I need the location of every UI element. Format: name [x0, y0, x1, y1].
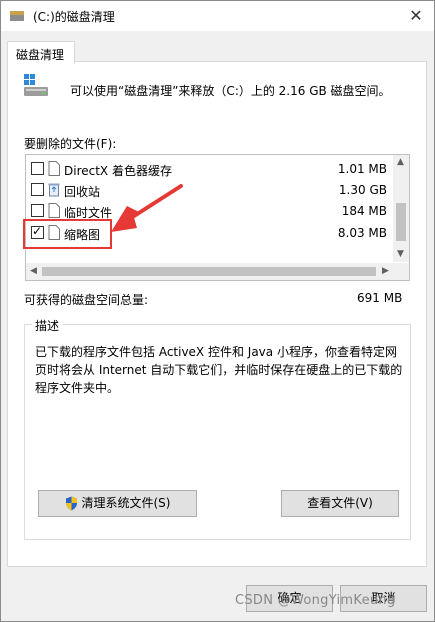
checkbox[interactable]: [31, 183, 44, 196]
vertical-scroll-thumb[interactable]: [396, 203, 406, 241]
file-size: 8.03 MB: [337, 226, 387, 240]
files-to-delete-label: 要删除的文件(F):: [24, 137, 117, 151]
disk-cleanup-app-icon: [10, 11, 24, 21]
title-bar: (C:)的磁盘清理 ✕: [1, 1, 434, 31]
hard-drive-icon: [24, 74, 48, 96]
file-size: 1.01 MB: [337, 162, 387, 176]
document-icon: [48, 161, 60, 176]
recycle-bin-icon: [48, 183, 60, 197]
total-space-value: 691 MB: [357, 291, 403, 305]
scroll-right-icon[interactable]: ▶: [382, 266, 389, 276]
watermark: CSDN @WongYimKeung: [235, 593, 396, 608]
file-name: DirectX 着色器缓存: [64, 164, 172, 178]
annotation-arrow-icon: [111, 184, 183, 232]
file-size: 1.30 GB: [338, 183, 387, 197]
scroll-up-icon[interactable]: ▲: [397, 157, 404, 167]
files-to-delete-list[interactable]: DirectX 着色器缓存 1.01 MB 回收站 1.30 GB 临时文件 1…: [25, 154, 410, 281]
tab-disk-cleanup[interactable]: 磁盘清理: [7, 41, 75, 64]
view-files-button[interactable]: 查看文件(V): [281, 490, 399, 517]
checkbox[interactable]: [31, 162, 44, 175]
description-legend: 描述: [32, 317, 63, 334]
space-summary-text: 可以使用“磁盘清理”来释放（C:）上的 2.16 GB 磁盘空间。: [70, 84, 391, 98]
cleanup-system-files-label: 清理系统文件(S): [81, 496, 171, 510]
view-files-label: 查看文件(V): [307, 496, 373, 510]
file-size: 184 MB: [341, 204, 387, 218]
file-name: 回收站: [64, 185, 101, 199]
annotation-highlight-box: [23, 219, 112, 249]
list-item[interactable]: 回收站 1.30 GB: [26, 180, 393, 201]
scroll-down-icon[interactable]: ▼: [397, 249, 404, 259]
document-icon: [48, 203, 60, 218]
list-item[interactable]: DirectX 着色器缓存 1.01 MB: [26, 159, 393, 180]
scroll-left-icon[interactable]: ◀: [30, 266, 37, 276]
horizontal-scroll-thumb[interactable]: [42, 267, 376, 276]
checkbox[interactable]: [31, 204, 44, 217]
window-title: (C:)的磁盘清理: [33, 10, 115, 24]
tab-label: 磁盘清理: [16, 48, 65, 62]
close-button[interactable]: ✕: [398, 1, 434, 31]
cleanup-system-files-button[interactable]: 清理系统文件(S): [38, 490, 197, 517]
uac-shield-icon: [65, 496, 77, 511]
vertical-scrollbar[interactable]: ▲ ▼: [393, 155, 409, 262]
close-icon: ✕: [409, 6, 423, 25]
horizontal-scrollbar[interactable]: ◀ ▶: [26, 263, 409, 280]
description-text: 已下载的程序文件包括 ActiveX 控件和 Java 小程序，你查看特定网页时…: [35, 345, 403, 395]
total-space-label: 可获得的磁盘空间总量:: [24, 293, 149, 307]
